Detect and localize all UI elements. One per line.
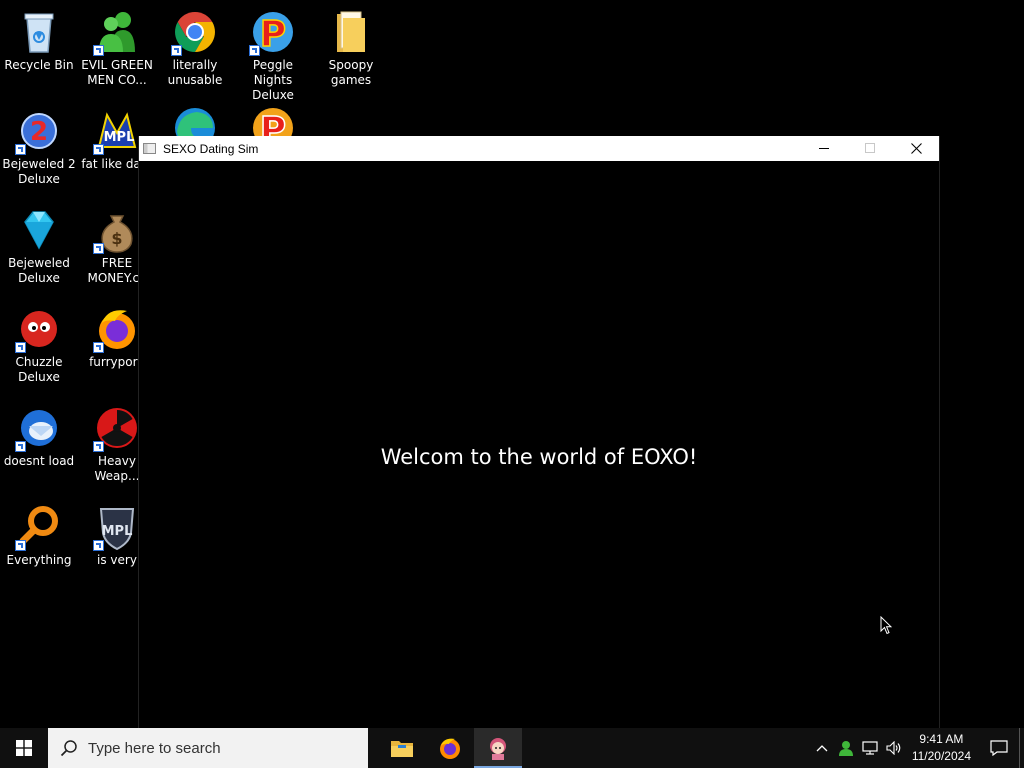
tray-user-status[interactable] bbox=[834, 728, 858, 768]
desktop-icon-chuzzle[interactable]: Chuzzle Deluxe bbox=[0, 305, 78, 385]
folder-icon bbox=[327, 8, 375, 56]
taskbar-clock[interactable]: 9:41 AM 11/20/2024 bbox=[906, 731, 979, 765]
desktop-icon-literally-unusable[interactable]: literally unusable bbox=[156, 8, 234, 88]
desktop-icon-label: doesnt load bbox=[3, 454, 75, 468]
tray-volume[interactable] bbox=[882, 728, 906, 768]
desktop-icon-doesnt-load[interactable]: doesnt load bbox=[0, 404, 78, 469]
maximize-button[interactable] bbox=[847, 136, 893, 161]
firefox-icon bbox=[93, 305, 141, 353]
network-icon bbox=[862, 741, 878, 755]
desktop-icon-peggle-nights[interactable]: P Peggle Nights Deluxe bbox=[234, 8, 312, 103]
chrome-icon bbox=[171, 8, 219, 56]
window-controls bbox=[801, 136, 939, 161]
desktop-icon-recycle-bin[interactable]: Recycle Bin bbox=[0, 8, 78, 73]
minimize-icon bbox=[818, 148, 829, 149]
search-input[interactable] bbox=[86, 738, 350, 758]
shortcut-arrow-icon bbox=[93, 342, 104, 353]
taskbar: 9:41 AM 11/20/2024 bbox=[0, 728, 1024, 768]
diamond-gem-icon bbox=[15, 206, 63, 254]
app-window[interactable]: SEXO Dating Sim Welcom to the world of E… bbox=[138, 136, 940, 728]
search-icon bbox=[60, 740, 77, 757]
magnifier-icon bbox=[15, 503, 63, 551]
shortcut-arrow-icon bbox=[93, 144, 104, 155]
speaker-icon bbox=[886, 741, 901, 755]
minimize-button[interactable] bbox=[801, 136, 847, 161]
desktop: Recycle Bin 2 Bejeweled 2 Deluxe Bejewel… bbox=[0, 0, 1024, 728]
thunderbird-icon bbox=[15, 404, 63, 452]
desktop-icon-label: Chuzzle Deluxe bbox=[15, 355, 63, 384]
show-hidden-icons-button[interactable] bbox=[810, 728, 834, 768]
notification-icon bbox=[990, 740, 1008, 756]
start-button[interactable] bbox=[0, 728, 48, 768]
desktop-icon-evil-green-men[interactable]: EVIL GREEN MEN CO... bbox=[78, 8, 156, 88]
shortcut-arrow-icon bbox=[249, 45, 260, 56]
desktop-icon-label: Everything bbox=[6, 553, 72, 567]
green-people-icon bbox=[93, 8, 141, 56]
peggle-logo-icon: P bbox=[249, 8, 297, 56]
desktop-icon-bejeweled[interactable]: Bejeweled Deluxe bbox=[0, 206, 78, 286]
desktop-icon-label: Bejeweled 2 Deluxe bbox=[2, 157, 76, 186]
desktop-icon-spoopy-games[interactable]: Spoopy games bbox=[312, 8, 390, 88]
bejeweled-2-icon: 2 bbox=[15, 107, 63, 155]
radiation-icon bbox=[93, 404, 141, 452]
welcome-message: Welcom to the world of EOXO! bbox=[380, 445, 698, 469]
shortcut-arrow-icon bbox=[93, 540, 104, 551]
desktop-icon-label: EVIL GREEN MEN CO... bbox=[81, 58, 153, 87]
windows-logo-icon bbox=[16, 740, 32, 756]
mpl-logo-icon: MPL bbox=[93, 107, 141, 155]
close-button[interactable] bbox=[893, 136, 939, 161]
taskbar-firefox[interactable] bbox=[426, 728, 474, 768]
show-desktop-button[interactable] bbox=[1019, 728, 1024, 768]
svg-text:P: P bbox=[260, 14, 286, 55]
shortcut-arrow-icon bbox=[93, 243, 104, 254]
shortcut-arrow-icon bbox=[15, 144, 26, 155]
window-title: SEXO Dating Sim bbox=[163, 141, 259, 156]
taskbar-search[interactable] bbox=[48, 728, 368, 768]
window-app-icon bbox=[143, 143, 156, 154]
file-explorer-icon bbox=[391, 741, 413, 757]
shortcut-arrow-icon bbox=[93, 441, 104, 452]
user-presence-icon bbox=[838, 741, 853, 756]
money-bag-icon: $ bbox=[93, 206, 141, 254]
mouse-cursor-icon bbox=[880, 615, 893, 639]
system-tray: 9:41 AM 11/20/2024 bbox=[810, 728, 1024, 768]
action-center-button[interactable] bbox=[979, 728, 1019, 768]
shortcut-arrow-icon bbox=[15, 441, 26, 452]
shortcut-arrow-icon bbox=[15, 342, 26, 353]
desktop-icon-label: Peggle Nights Deluxe bbox=[252, 58, 294, 102]
shortcut-arrow-icon bbox=[93, 45, 104, 56]
mpl-shield-icon: MPL bbox=[93, 503, 141, 551]
game-canvas[interactable]: Welcom to the world of EOXO! bbox=[139, 161, 939, 728]
svg-text:$: $ bbox=[111, 229, 122, 248]
chevron-up-icon bbox=[816, 745, 828, 752]
close-icon bbox=[910, 143, 922, 154]
window-titlebar[interactable]: SEXO Dating Sim bbox=[139, 136, 939, 161]
shortcut-arrow-icon bbox=[15, 540, 26, 551]
desktop-icon-label: Bejeweled Deluxe bbox=[8, 256, 70, 285]
svg-text:MPL: MPL bbox=[102, 524, 133, 539]
shortcut-arrow-icon bbox=[171, 45, 182, 56]
firefox-icon bbox=[440, 738, 460, 759]
tray-network[interactable] bbox=[858, 728, 882, 768]
maximize-icon bbox=[864, 143, 875, 153]
clock-date: 11/20/2024 bbox=[911, 749, 971, 763]
recycle-bin-icon bbox=[15, 8, 63, 56]
desktop-icon-bejeweled-2[interactable]: 2 Bejeweled 2 Deluxe bbox=[0, 107, 78, 187]
desktop-icon-label: literally unusable bbox=[167, 58, 223, 87]
svg-text:2: 2 bbox=[30, 117, 48, 147]
chuzzle-fuzzball-icon bbox=[15, 305, 63, 353]
desktop-icon-label: Recycle Bin bbox=[4, 58, 74, 72]
svg-text:MPL: MPL bbox=[104, 130, 135, 145]
desktop-icon-everything[interactable]: Everything bbox=[0, 503, 78, 568]
taskbar-file-explorer[interactable] bbox=[378, 728, 426, 768]
clock-time: 9:41 AM bbox=[919, 732, 964, 746]
taskbar-sexo-dating-sim[interactable] bbox=[474, 728, 522, 768]
desktop-icon-label: Spoopy games bbox=[328, 58, 374, 87]
anime-girl-icon bbox=[490, 738, 506, 760]
